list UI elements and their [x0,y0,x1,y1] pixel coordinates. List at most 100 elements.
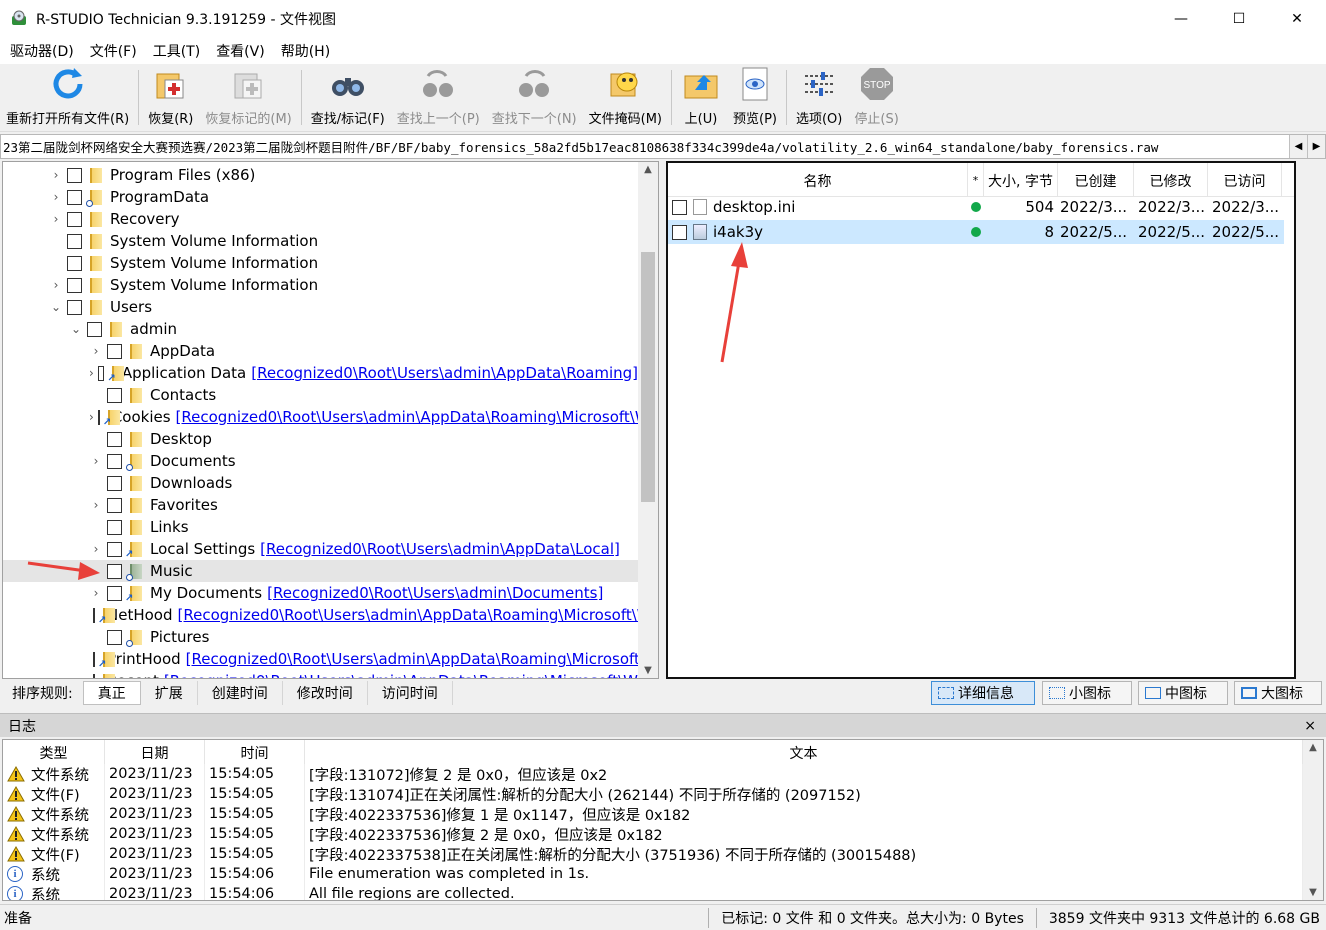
tree-item[interactable]: › Recovery [3,208,638,230]
tree-item[interactable]: ↗ PrintHood [Recognized0\Root\Users\admin\… [3,648,658,670]
scroll-up-icon[interactable]: ▲ [1303,742,1323,753]
chevron-right-icon[interactable]: › [89,406,94,428]
log-scrollbar[interactable]: ▲ ▼ [1303,740,1323,900]
tree-item-checkbox[interactable] [67,255,82,271]
chevron-right-icon[interactable]: › [89,494,103,516]
chevron-right-icon[interactable]: › [89,538,103,560]
tree-item-checkbox[interactable] [107,387,122,403]
tree-item-checkbox[interactable] [107,431,122,447]
view-details-button[interactable]: 详细信息 [931,681,1035,705]
tree-item-checkbox[interactable] [107,541,122,557]
tree-item-checkbox[interactable] [93,651,95,667]
tree-item[interactable]: Links [3,516,638,538]
recover-marked-button[interactable]: 恢复标记的(M) [199,64,297,131]
menu-tools[interactable]: 工具(T) [145,41,208,61]
tree-item-checkbox[interactable] [107,563,122,579]
path-scroll-left-icon[interactable]: ◀ [1289,135,1307,158]
tree-item-checkbox[interactable] [107,519,122,535]
menu-file[interactable]: 文件(F) [82,41,145,61]
file-checkbox[interactable] [672,199,687,215]
tree-item-checkbox[interactable] [93,607,95,623]
tree-item-checkbox[interactable] [107,453,122,469]
chevron-right-icon[interactable]: › [49,186,63,208]
tree-item-checkbox[interactable] [93,673,95,678]
options-button[interactable]: 选项(O) [790,64,848,131]
sort-tab-accessed[interactable]: 访问时间 [368,681,453,705]
file-checkbox[interactable] [672,224,687,240]
log-row[interactable]: i 系统 2023/11/23 15:54:06 File enumeration wa… [3,864,1303,884]
find-previous-button[interactable]: 查找上一个(P) [391,64,486,131]
find-next-button[interactable]: 查找下一个(N) [486,64,583,131]
chevron-right-icon[interactable]: › [89,340,103,362]
chevron-right-icon[interactable]: › [49,164,63,186]
tree-item-checkbox[interactable] [67,277,82,293]
col-modified[interactable]: 已修改 [1134,163,1208,196]
tree-item[interactable]: Downloads [3,472,638,494]
sort-tab-extension[interactable]: 扩展 [141,681,198,705]
tree-item-checkbox[interactable] [87,321,102,337]
col-size[interactable]: 大小, 字节 [984,163,1058,196]
tree-item-checkbox[interactable] [67,299,82,315]
menu-view[interactable]: 查看(V) [208,41,273,61]
scroll-down-icon[interactable]: ▼ [1303,887,1323,898]
tree-item-checkbox[interactable] [67,211,82,227]
chevron-right-icon[interactable]: › [49,208,63,230]
minimize-button[interactable]: — [1152,0,1210,38]
tree-item-checkbox[interactable] [67,233,82,249]
tree-item-link-target[interactable]: [Recognized0\Root\Users\admin\Documents] [267,584,603,602]
tree-item[interactable]: ⌄ Users [3,296,638,318]
view-large-icons-button[interactable]: 大图标 [1234,681,1322,705]
preview-button[interactable]: 预览(P) [727,64,783,131]
log-row[interactable]: 文件系统 2023/11/23 15:54:05 [字段:131072]修复 2 是 … [3,764,1303,784]
log-row[interactable]: 文件系统 2023/11/23 15:54:05 [字段:4022337536]修复 … [3,824,1303,844]
col-created[interactable]: 已创建 [1058,163,1134,196]
tree-item-link-target[interactable]: [Recognized0\Root\Users\admin\AppData\Ro… [176,408,658,426]
chevron-down-icon[interactable]: ⌄ [49,296,63,318]
tree-scrollbar[interactable]: ▲ ▼ [638,162,658,678]
tree-item-checkbox[interactable] [97,409,100,425]
maximize-button[interactable]: ☐ [1210,0,1268,38]
tree-item[interactable]: › ↗ Local Settings [Recognized0\Root\Users\… [3,538,638,560]
tree-item[interactable]: › ↗ Cookies [Recognized0\Root\Users\admin\A… [3,406,658,428]
col-status[interactable]: * [968,163,984,196]
reopen-all-files-button[interactable]: 重新打开所有文件(R) [0,64,135,131]
tree-item[interactable]: › ↗ Application Data [Recognized0\Root\User… [3,362,638,384]
col-name[interactable]: 名称 [668,163,968,196]
tree-item[interactable]: › Documents [3,450,638,472]
tree-item-checkbox[interactable] [107,343,122,359]
up-button[interactable]: 上(U) [675,64,727,131]
tree-item[interactable]: ⌄ admin [3,318,638,340]
scroll-down-icon[interactable]: ▼ [638,665,658,676]
menu-help[interactable]: 帮助(H) [273,41,338,61]
sort-tab-modified[interactable]: 修改时间 [283,681,368,705]
chevron-right-icon[interactable]: › [89,582,103,604]
log-col-type[interactable]: 类型 [3,740,105,766]
col-accessed[interactable]: 已访问 [1208,163,1282,196]
tree-item[interactable]: Contacts [3,384,638,406]
sort-tab-created[interactable]: 创建时间 [198,681,283,705]
chevron-down-icon[interactable]: ⌄ [69,318,83,340]
scroll-thumb[interactable] [641,252,655,502]
tree-item[interactable]: ↗Recent[Recognized0\Root\Users\admin\App… [3,670,658,678]
log-row[interactable]: 文件(F) 2023/11/23 15:54:05 [字段:4022337538]正在… [3,844,1303,864]
tree-item-checkbox[interactable] [107,629,122,645]
tree-item[interactable]: › System Volume Information [3,274,638,296]
tree-item[interactable]: Desktop [3,428,638,450]
tree-item[interactable]: Music [3,560,638,582]
log-col-date[interactable]: 日期 [105,740,205,766]
tree-item[interactable]: System Volume Information [3,230,638,252]
log-col-text[interactable]: 文本 [305,740,1303,766]
tree-item[interactable]: › ↗ My Documents [Recognized0\Root\Users\ad… [3,582,638,604]
tree-item[interactable]: › ProgramData [3,186,638,208]
sort-tab-real[interactable]: 真正 [82,681,141,705]
chevron-right-icon[interactable]: › [49,274,63,296]
file-mask-button[interactable]: 文件掩码(M) [583,64,668,131]
tree-item[interactable]: › Favorites [3,494,638,516]
chevron-right-icon[interactable]: › [89,362,94,384]
tree-item-link-target[interactable]: [Recognized0\Root\Users\admin\AppData\Ro… [251,364,638,382]
tree-item-checkbox[interactable] [107,475,122,491]
tree-item-link-target[interactable]: [Recognized0\Root\Users\admin\AppData\Lo… [260,540,620,558]
file-row[interactable]: i4ak3y 8 2022/5... 2022/5... 2022/5... [668,220,1284,244]
view-medium-icons-button[interactable]: 中图标 [1138,681,1228,705]
view-small-icons-button[interactable]: 小图标 [1042,681,1132,705]
